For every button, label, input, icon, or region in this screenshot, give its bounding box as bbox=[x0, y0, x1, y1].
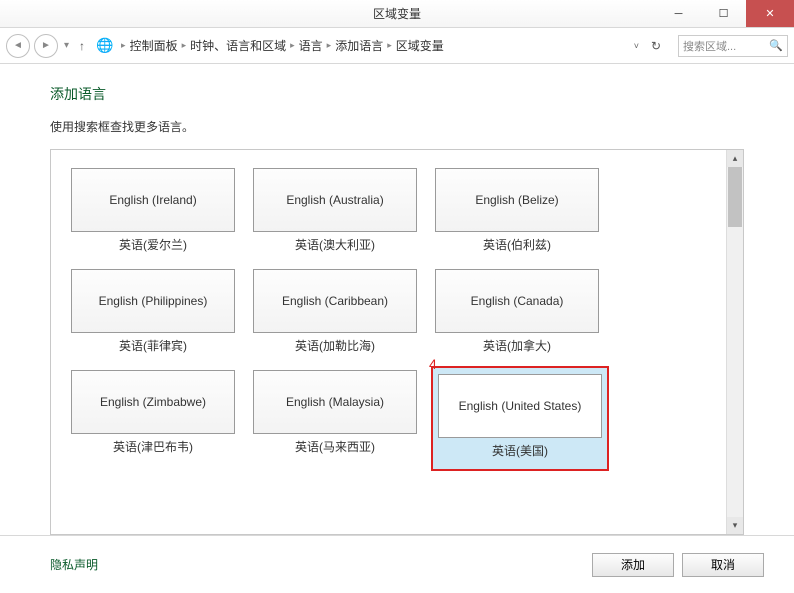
cancel-button[interactable]: 取消 bbox=[682, 553, 764, 577]
titlebar: 区域变量 ─ ☐ ✕ bbox=[0, 0, 794, 28]
language-tile-label: 英语(加拿大) bbox=[483, 337, 551, 354]
scroll-up-button[interactable]: ▴ bbox=[727, 150, 743, 167]
language-tile[interactable]: English (Philippines) 英语(菲律宾) bbox=[71, 269, 235, 364]
breadcrumb-item[interactable]: 添加语言 bbox=[335, 37, 383, 54]
language-tile-box: English (Philippines) bbox=[71, 269, 235, 333]
language-tile-box: English (Australia) bbox=[253, 168, 417, 232]
language-tile-label: 英语(爱尔兰) bbox=[119, 236, 187, 253]
chevron-right-icon: ▸ bbox=[290, 40, 295, 51]
close-button[interactable]: ✕ bbox=[746, 0, 794, 27]
scroll-down-button[interactable]: ▾ bbox=[727, 517, 743, 534]
language-tile[interactable]: English (Belize) 英语(伯利兹) bbox=[435, 168, 599, 263]
privacy-link[interactable]: 隐私声明 bbox=[50, 556, 98, 573]
search-placeholder: 搜索区域... bbox=[683, 38, 769, 54]
breadcrumb: ▸ 控制面板 ▸ 时钟、语言和区域 ▸ 语言 ▸ 添加语言 ▸ 区域变量 bbox=[121, 37, 627, 54]
content-area: 添加语言 使用搜索框查找更多语言。 4 English (Ireland) 英语(… bbox=[0, 64, 794, 535]
language-tile[interactable]: English (Caribbean) 英语(加勒比海) bbox=[253, 269, 417, 364]
breadcrumb-item[interactable]: 时钟、语言和区域 bbox=[190, 37, 286, 54]
language-tile-label: 英语(伯利兹) bbox=[483, 236, 551, 253]
scrollbar[interactable]: ▴ ▾ bbox=[726, 150, 743, 534]
language-tile[interactable]: English (Malaysia) 英语(马来西亚) bbox=[253, 370, 417, 471]
scroll-thumb[interactable] bbox=[728, 167, 742, 227]
language-tile-box: English (Caribbean) bbox=[253, 269, 417, 333]
refresh-button[interactable]: ↻ bbox=[648, 38, 664, 54]
breadcrumb-item[interactable]: 控制面板 bbox=[130, 37, 178, 54]
breadcrumb-item[interactable]: 区域变量 bbox=[396, 37, 444, 54]
chevron-right-icon: ▸ bbox=[387, 40, 392, 51]
language-tile[interactable]: English (Ireland) 英语(爱尔兰) bbox=[71, 168, 235, 263]
address-dropdown[interactable]: ˅ bbox=[631, 41, 642, 51]
window-title: 区域变量 bbox=[373, 5, 421, 22]
search-input[interactable]: 搜索区域... 🔍 bbox=[678, 35, 788, 57]
language-tile[interactable]: English (Australia) 英语(澳大利亚) bbox=[253, 168, 417, 263]
language-tile-label: 英语(美国) bbox=[492, 442, 548, 459]
annotation-marker: 4 bbox=[429, 356, 437, 372]
language-tile[interactable]: English (Zimbabwe) 英语(津巴布韦) bbox=[71, 370, 235, 471]
language-list: 4 English (Ireland) 英语(爱尔兰) English (Austr… bbox=[50, 149, 744, 535]
location-icon: 🌐 bbox=[97, 38, 113, 54]
page-subtitle: 使用搜索框查找更多语言。 bbox=[50, 118, 744, 135]
language-tile-box: English (Malaysia) bbox=[253, 370, 417, 434]
chevron-right-icon: ▸ bbox=[327, 40, 332, 51]
language-tile-box: English (Belize) bbox=[435, 168, 599, 232]
breadcrumb-item[interactable]: 语言 bbox=[299, 37, 323, 54]
language-tile-box: English (United States) bbox=[438, 374, 602, 438]
language-tile[interactable]: English (United States) 英语(美国) bbox=[431, 366, 609, 471]
chevron-right-icon: ▸ bbox=[121, 40, 126, 51]
minimize-button[interactable]: ─ bbox=[656, 0, 701, 27]
language-tile-label: 英语(津巴布韦) bbox=[113, 438, 193, 455]
language-tile-label: 英语(菲律宾) bbox=[119, 337, 187, 354]
navigation-bar: ◄ ► ▾ ↑ 🌐 ▸ 控制面板 ▸ 时钟、语言和区域 ▸ 语言 ▸ 添加语言 … bbox=[0, 28, 794, 64]
up-button[interactable]: ↑ bbox=[75, 39, 89, 53]
language-tile-box: English (Zimbabwe) bbox=[71, 370, 235, 434]
maximize-button[interactable]: ☐ bbox=[701, 0, 746, 27]
language-tile-label: 英语(加勒比海) bbox=[295, 337, 375, 354]
language-tile-box: English (Canada) bbox=[435, 269, 599, 333]
chevron-right-icon: ▸ bbox=[182, 40, 187, 51]
footer: 隐私声明 添加 取消 bbox=[0, 535, 794, 593]
language-tile-label: 英语(马来西亚) bbox=[295, 438, 375, 455]
language-tile[interactable]: English (Canada) 英语(加拿大) bbox=[435, 269, 599, 364]
language-tile-box: English (Ireland) bbox=[71, 168, 235, 232]
language-tile-label: 英语(澳大利亚) bbox=[295, 236, 375, 253]
window-controls: ─ ☐ ✕ bbox=[656, 0, 794, 27]
back-button[interactable]: ◄ bbox=[6, 34, 30, 58]
history-dropdown[interactable]: ▾ bbox=[62, 40, 71, 51]
add-button[interactable]: 添加 bbox=[592, 553, 674, 577]
page-title: 添加语言 bbox=[50, 84, 744, 104]
search-icon: 🔍 bbox=[769, 39, 783, 52]
forward-button[interactable]: ► bbox=[34, 34, 58, 58]
